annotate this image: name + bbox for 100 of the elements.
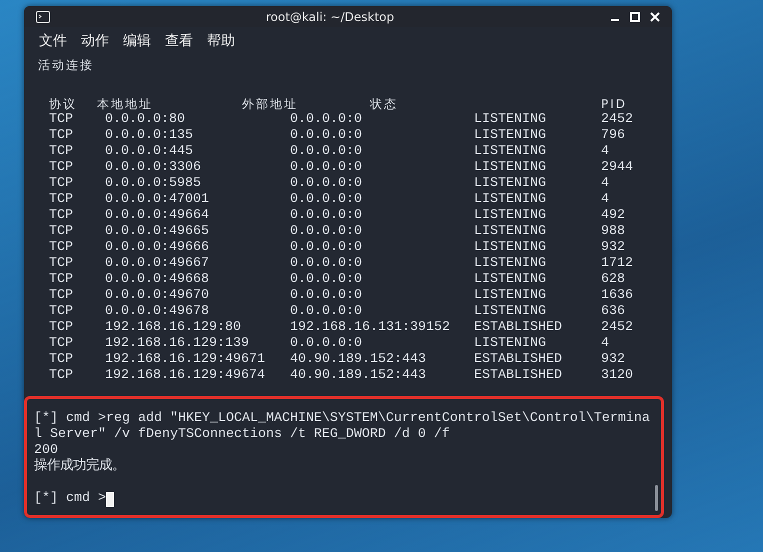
table-cell: 636 [601,304,625,319]
menu-item[interactable]: 文件 [39,31,67,51]
table-cell: LISTENING [474,192,546,207]
column-header: 外部地址 [242,97,298,111]
table-cell: 40.90.189.152:443 [290,368,426,383]
console-line: l Server" /v fDenyTSConnections /t REG_DWORD /d 0 /f [34,427,450,443]
command-prompt: [*] cmd > [34,491,106,507]
output-heading: 活动连接 [38,57,94,73]
table-cell: LISTENING [474,144,546,159]
console-line: [*] cmd >reg add "HKEY_LOCAL_MACHINE\SYSTEM\CurrentControlSet\Control\Termina [34,411,650,427]
text-cursor [106,492,114,506]
table-cell: 0.0.0.0:0 [290,256,362,271]
table-cell: 0.0.0.0:0 [290,272,362,287]
table-cell: 192.168.16.129:80 [105,320,241,335]
table-cell: LISTENING [474,336,546,351]
table-cell: 0.0.0.0:5985 [105,176,201,191]
table-cell: 1636 [601,288,633,303]
table-cell: 0.0.0.0:47001 [105,192,209,207]
table-cell: 3120 [601,368,633,383]
table-cell: 0.0.0.0:49666 [105,240,209,255]
table-cell: LISTENING [474,208,546,223]
table-cell: 0.0.0.0:0 [290,128,362,143]
table-cell: LISTENING [474,288,546,303]
table-cell: ESTABLISHED [474,320,562,335]
table-cell: 192.168.16.129:49674 [105,368,265,383]
table-cell: 1712 [601,256,633,271]
table-cell: 0.0.0.0:445 [105,144,193,159]
table-cell: 628 [601,272,625,287]
table-cell: TCP [49,112,73,127]
table-cell: 0.0.0.0:0 [290,208,362,223]
table-cell: 0.0.0.0:49667 [105,256,209,271]
table-cell: LISTENING [474,272,546,287]
table-cell: TCP [49,368,73,383]
table-cell: 492 [601,208,625,223]
table-cell: 0.0.0.0:80 [105,112,185,127]
table-cell: 0.0.0.0:135 [105,128,193,143]
table-cell: 0.0.0.0:49665 [105,224,209,239]
table-cell: 932 [601,352,625,367]
table-cell: 4 [601,192,609,207]
table-cell: 0.0.0.0:0 [290,288,362,303]
table-cell: TCP [49,208,73,223]
table-cell: TCP [49,128,73,143]
table-cell: 0.0.0.0:0 [290,304,362,319]
terminal-icon [36,10,50,22]
table-cell: TCP [49,176,73,191]
table-cell: 988 [601,224,625,239]
table-cell: 40.90.189.152:443 [290,352,426,367]
table-cell: 4 [601,176,609,191]
column-header: PID [601,97,628,111]
table-cell: 796 [601,128,625,143]
table-cell: 192.168.16.129:49671 [105,352,265,367]
table-cell: 0.0.0.0:0 [290,144,362,159]
table-cell: LISTENING [474,176,546,191]
table-cell: 2452 [601,112,633,127]
table-cell: TCP [49,352,73,367]
table-cell: 0.0.0.0:0 [290,112,362,127]
table-cell: TCP [49,224,73,239]
table-cell: 0.0.0.0:49678 [105,304,209,319]
table-cell: 0.0.0.0:0 [290,224,362,239]
column-header: 本地地址 [97,97,153,111]
table-cell: ESTABLISHED [474,368,562,383]
close-icon[interactable] [650,12,660,22]
table-cell: 0.0.0.0:49668 [105,272,209,287]
table-cell: TCP [49,336,73,351]
table-cell: ESTABLISHED [474,352,562,367]
table-cell: 0.0.0.0:0 [290,176,362,191]
table-cell: 0.0.0.0:0 [290,240,362,255]
table-cell: 0.0.0.0:0 [290,160,362,175]
table-cell: LISTENING [474,112,546,127]
scrollbar[interactable] [655,485,658,511]
table-cell: LISTENING [474,240,546,255]
menu-item[interactable]: 动作 [81,31,109,51]
maximize-icon[interactable] [630,12,640,22]
table-cell: 0.0.0.0:49670 [105,288,209,303]
console-line: 200 [34,443,58,458]
table-cell: TCP [49,288,73,303]
menu-item[interactable]: 帮助 [207,31,235,51]
table-cell: 192.168.16.131:39152 [290,320,450,335]
table-cell: 2944 [601,160,633,175]
table-cell: TCP [49,240,73,255]
table-cell: LISTENING [474,224,546,239]
table-cell: TCP [49,256,73,271]
table-cell: 192.168.16.129:139 [105,336,249,351]
table-cell: LISTENING [474,304,546,319]
menu-item[interactable]: 编辑 [123,31,151,51]
table-cell: 0.0.0.0:0 [290,192,362,207]
table-cell: 0.0.0.0:49664 [105,208,209,223]
table-cell: TCP [49,144,73,159]
table-cell: TCP [49,304,73,319]
table-cell: TCP [49,272,73,287]
table-cell: 0.0.0.0:3306 [105,160,201,175]
table-cell: LISTENING [474,256,546,271]
window-title: root@kali: ~/Desktop [266,10,394,24]
table-cell: 2452 [601,320,633,335]
table-cell: 0.0.0.0:0 [290,336,362,351]
column-header: 协议 [49,97,77,111]
menu-item[interactable]: 查看 [165,31,193,51]
table-cell: LISTENING [474,160,546,175]
column-header: 状态 [370,97,398,111]
table-cell: 4 [601,336,609,351]
